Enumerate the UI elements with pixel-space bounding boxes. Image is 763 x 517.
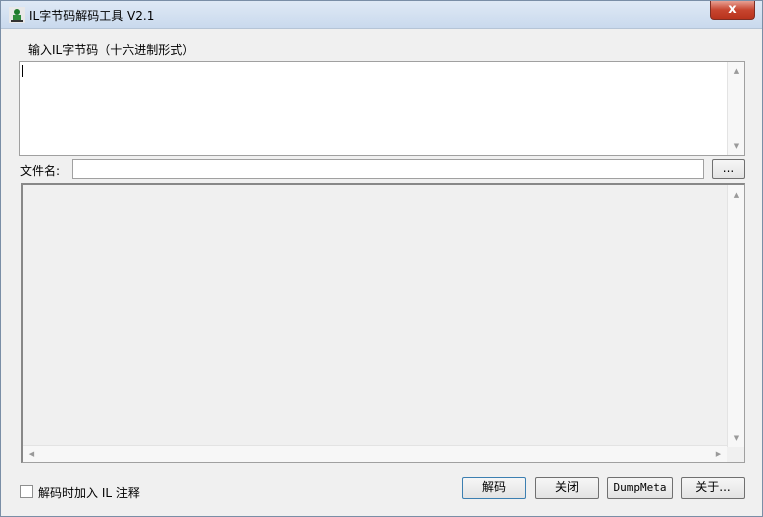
scroll-up-arrow-icon[interactable]: ▲ (728, 190, 745, 200)
about-button[interactable]: 关于... (681, 477, 745, 499)
file-name-input[interactable] (72, 159, 704, 179)
decode-output[interactable]: ▲ ▼ ◀ ▶ (21, 183, 745, 463)
scroll-left-arrow-icon[interactable]: ◀ (23, 449, 40, 459)
title-bar[interactable]: IL字节码解码工具 V2.1 x (1, 1, 762, 29)
il-comment-checkbox[interactable] (20, 485, 33, 498)
file-name-label: 文件名: (20, 164, 61, 178)
input-vertical-scrollbar[interactable]: ▲ ▼ (727, 62, 744, 155)
input-label: 输入IL字节码（十六进制形式） (28, 43, 195, 57)
scroll-down-arrow-icon[interactable]: ▼ (728, 141, 745, 151)
scroll-right-arrow-icon[interactable]: ▶ (710, 449, 727, 459)
dumpmeta-button[interactable]: DumpMeta (607, 477, 673, 499)
text-caret (22, 65, 23, 77)
close-window-button[interactable]: x (710, 1, 755, 20)
scroll-down-arrow-icon[interactable]: ▼ (728, 433, 745, 443)
close-button[interactable]: 关闭 (535, 477, 599, 499)
browse-button[interactable]: ... (712, 159, 745, 179)
scroll-up-arrow-icon[interactable]: ▲ (728, 66, 745, 76)
decode-button[interactable]: 解码 (462, 477, 526, 499)
output-vertical-scrollbar[interactable]: ▲ ▼ (727, 185, 744, 447)
window-title: IL字节码解码工具 V2.1 (29, 9, 155, 23)
app-window: IL字节码解码工具 V2.1 x 输入IL字节码（十六进制形式） ▲ ▼ 文件名… (0, 0, 763, 517)
output-horizontal-scrollbar[interactable]: ◀ ▶ (23, 445, 727, 462)
il-comment-label[interactable]: 解码时加入 IL 注释 (38, 484, 140, 501)
app-icon (9, 7, 25, 23)
bytecode-input[interactable]: ▲ ▼ (19, 61, 745, 156)
